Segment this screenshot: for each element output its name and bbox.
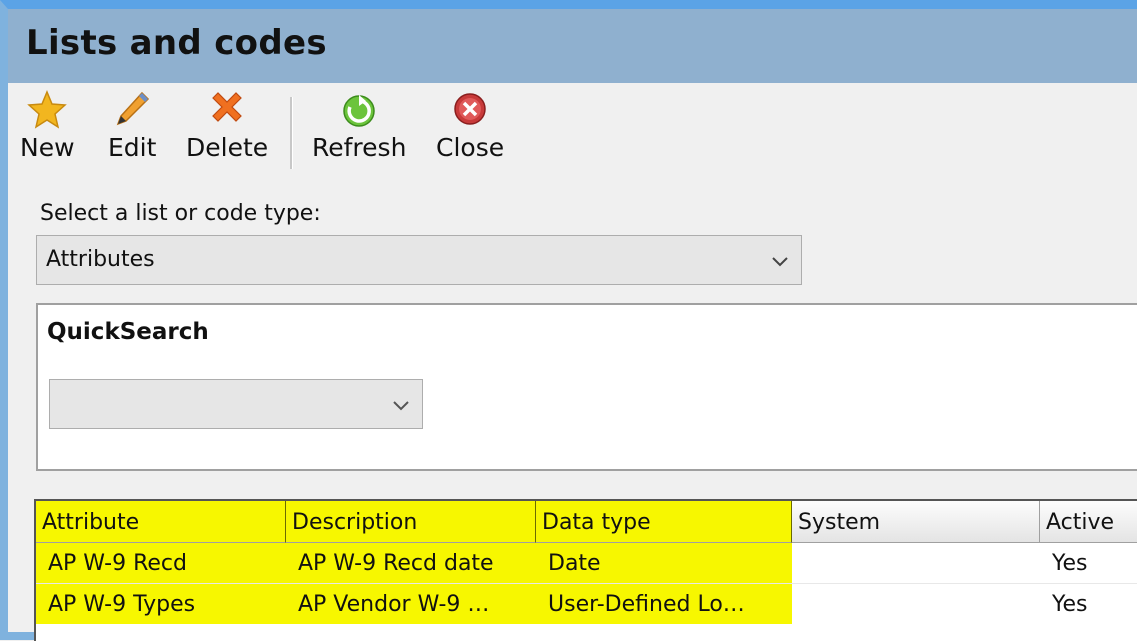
- grid-header: Attribute Description Data type System A…: [36, 501, 1137, 543]
- cell-description: AP W-9 Recd date: [298, 551, 494, 576]
- cell-system: [792, 543, 1040, 583]
- list-type-value: Attributes: [46, 247, 155, 272]
- title-bar: Lists and codes: [8, 9, 1137, 83]
- lists-and-codes-window: Lists and codes New Edit Delete Refresh …: [0, 0, 1137, 641]
- column-header-system[interactable]: System: [792, 501, 1040, 543]
- edit-label: Edit: [108, 133, 157, 162]
- cell-attribute: AP W-9 Recd: [48, 551, 187, 576]
- refresh-label: Refresh: [312, 133, 407, 162]
- x-icon: [212, 92, 242, 122]
- pencil-icon: [116, 91, 150, 126]
- table-row[interactable]: AP W-9 Recd AP W-9 Recd date Date Yes: [36, 543, 1137, 583]
- new-label: New: [20, 133, 75, 162]
- delete-button[interactable]: Delete: [186, 89, 268, 175]
- list-type-label: Select a list or code type:: [40, 201, 321, 226]
- close-circle-icon: [454, 93, 486, 125]
- table-row[interactable]: AP W-9 Types AP Vendor W-9 … User-Define…: [36, 584, 1137, 624]
- cell-attribute: AP W-9 Types: [48, 592, 196, 617]
- chevron-down-icon: [393, 401, 409, 411]
- chevron-down-icon: [772, 257, 788, 267]
- refresh-button[interactable]: Refresh: [312, 89, 406, 175]
- column-header-description[interactable]: Description: [286, 501, 536, 543]
- attributes-grid: Attribute Description Data type System A…: [34, 499, 1137, 641]
- star-icon: [27, 90, 68, 129]
- quicksearch-panel: QuickSearch: [36, 303, 1137, 471]
- window-title: Lists and codes: [26, 23, 327, 63]
- column-header-data-type[interactable]: Data type: [536, 501, 792, 543]
- list-type-dropdown[interactable]: Attributes: [36, 235, 802, 285]
- quicksearch-title: QuickSearch: [47, 319, 209, 345]
- close-label: Close: [436, 133, 505, 162]
- cell-active: Yes: [1052, 592, 1088, 617]
- close-button[interactable]: Close: [436, 89, 504, 175]
- toolbar-separator: [290, 97, 293, 169]
- cell-description: AP Vendor W-9 …: [298, 592, 490, 617]
- new-button[interactable]: New: [20, 89, 75, 175]
- edit-button[interactable]: Edit: [108, 89, 156, 175]
- cell-system: [792, 584, 1040, 624]
- cell-data-type: Date: [548, 551, 601, 576]
- cell-data-type: User-Defined Lo…: [548, 592, 745, 617]
- cell-active: Yes: [1052, 551, 1088, 576]
- refresh-icon: [343, 95, 375, 127]
- column-header-attribute[interactable]: Attribute: [36, 501, 286, 543]
- column-header-active[interactable]: Active: [1040, 501, 1137, 543]
- toolbar: New Edit Delete Refresh Close: [8, 83, 1137, 175]
- delete-label: Delete: [186, 133, 269, 162]
- quicksearch-dropdown[interactable]: [49, 379, 423, 429]
